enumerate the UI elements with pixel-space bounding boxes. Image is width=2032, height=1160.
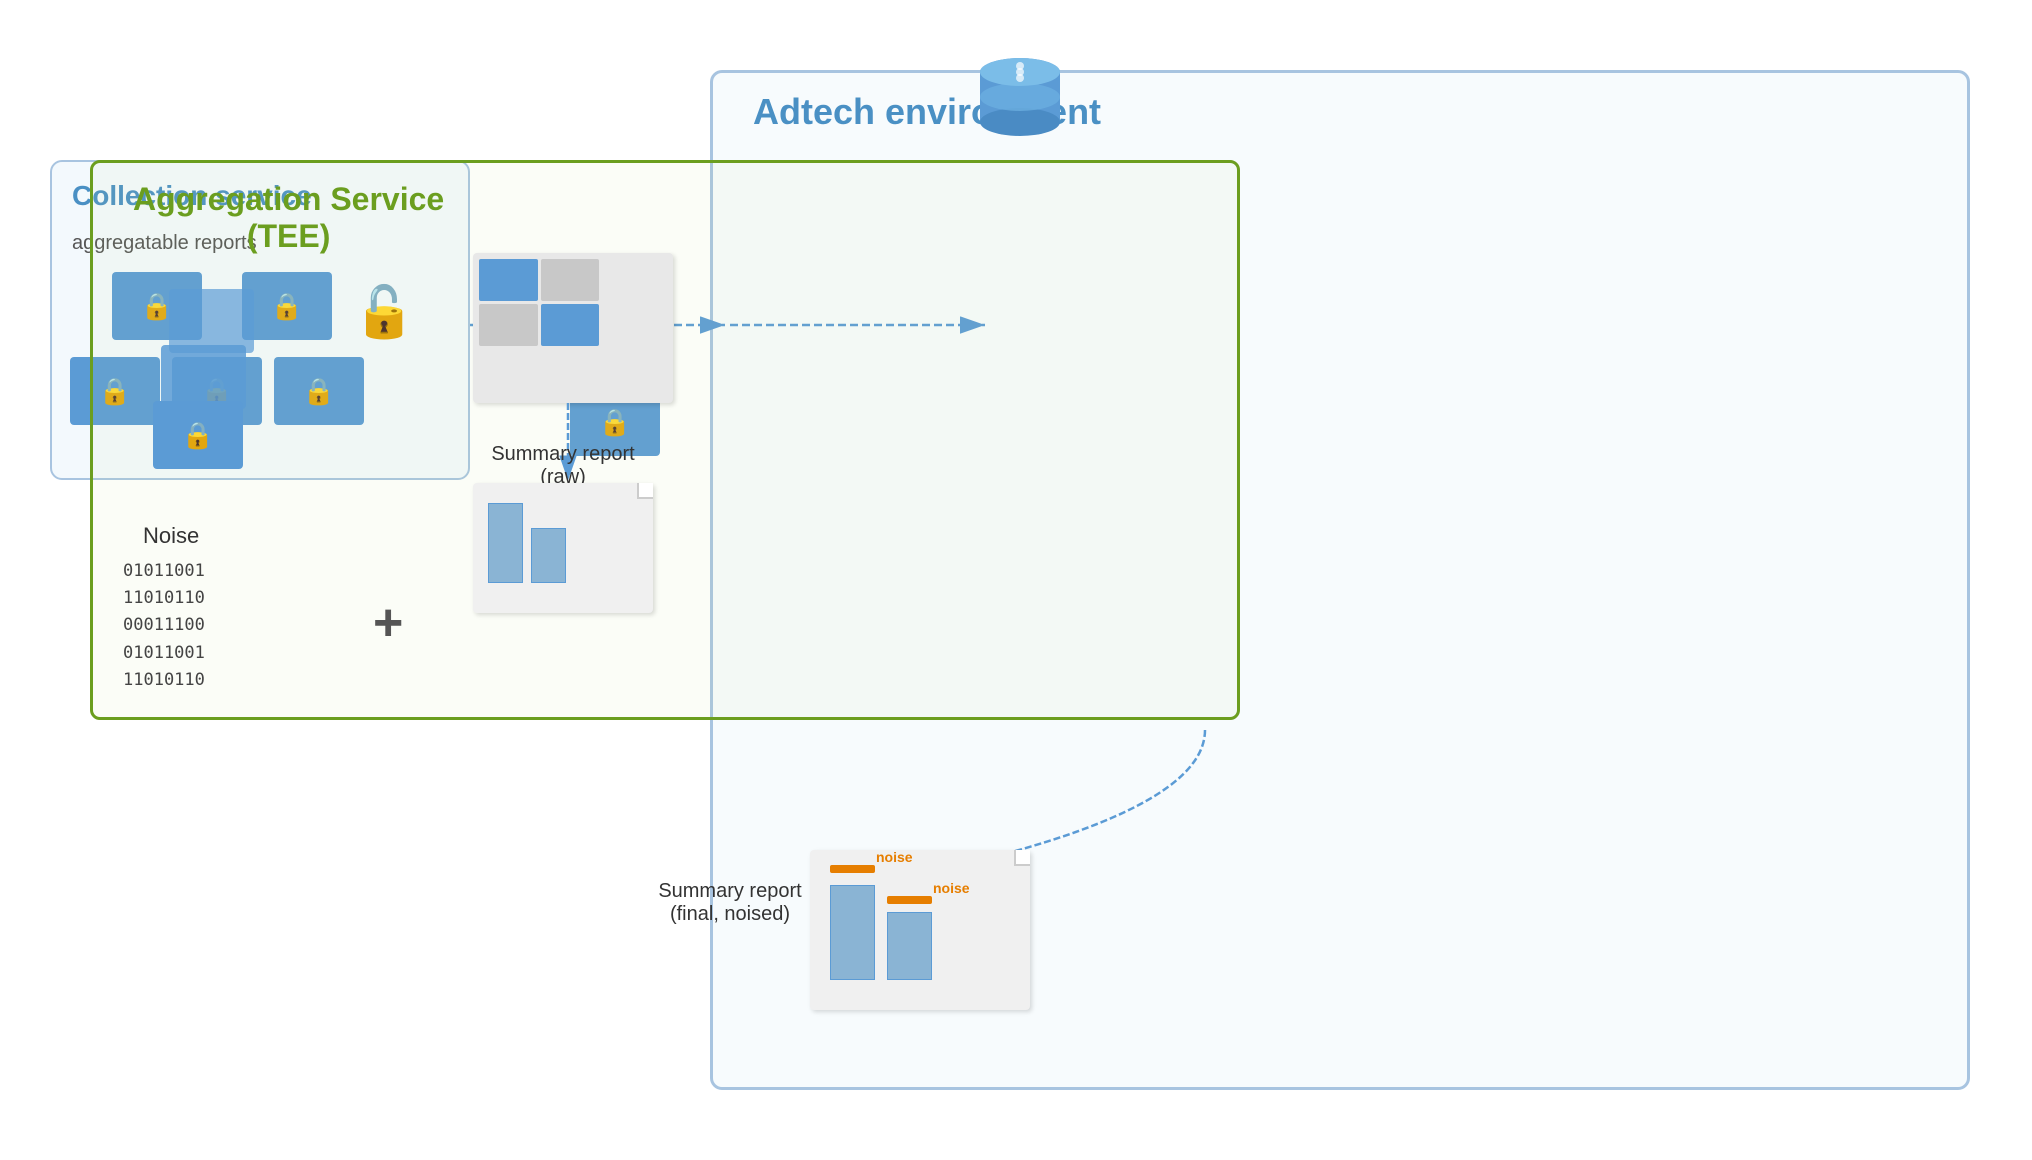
noise-bar-2 (887, 896, 932, 904)
grid-cell-4 (541, 304, 600, 346)
noise-annotation-1: noise (876, 849, 913, 865)
unlocked-lock-icon: 🔓 (353, 283, 415, 342)
tee-card-back1 (161, 345, 246, 409)
grid-cell-2 (541, 259, 600, 301)
database-icon (970, 50, 1070, 150)
noise-bar-1 (830, 865, 875, 873)
grid-inner (479, 259, 599, 349)
final-bar-chart: noise noise (810, 850, 1030, 990)
tee-card-front: 🔒 (153, 401, 243, 469)
raw-bar-chart (473, 483, 653, 593)
bar-2 (531, 528, 566, 583)
tee-card-back2 (169, 289, 254, 353)
noise-binary: 0101100111010110000111000101100111010110 (123, 558, 205, 694)
arrow-to-final-summary (1190, 730, 1220, 890)
summary-final-label: Summary report (final, noised) (630, 880, 830, 926)
final-bar-2-container: noise (887, 912, 932, 980)
noise-label: Noise (143, 523, 199, 549)
grid-report-card (473, 253, 673, 403)
aggregation-service-title: Aggregation Service (TEE) (133, 181, 444, 255)
final-bar-1-container: noise (830, 885, 875, 980)
grid-cell-1 (479, 259, 538, 301)
final-bar-1 (830, 885, 875, 980)
final-bar-2 (887, 912, 932, 980)
grid-cell-3 (479, 304, 538, 346)
noise-annotation-2: noise (933, 880, 970, 896)
plus-sign: + (373, 593, 403, 653)
aggregation-service-box: Aggregation Service (TEE) 🔒 🔓 (90, 160, 1240, 720)
summary-raw-chart (473, 483, 653, 613)
summary-final-chart: noise noise (810, 850, 1030, 1010)
tee-reports: 🔒 (153, 273, 243, 469)
bar-1 (488, 503, 523, 583)
diagram-container: Adtech environment Collection service ag… (30, 30, 2000, 1130)
